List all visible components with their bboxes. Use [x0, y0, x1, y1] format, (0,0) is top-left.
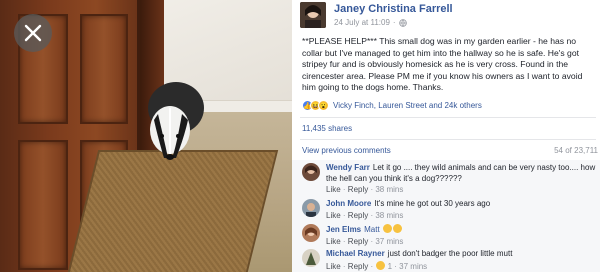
comment: John Moore It's mine he got out 30 years … [302, 199, 598, 221]
like-comment-link[interactable]: Like [326, 237, 341, 246]
doormat [65, 150, 279, 272]
commenter-avatar[interactable] [302, 224, 320, 242]
reply-comment-link[interactable]: Reply [348, 237, 368, 246]
post-author[interactable]: Janey Christina Farrell [334, 3, 453, 15]
reply-comment-link[interactable]: Reply [348, 262, 368, 271]
commenter-name[interactable]: John Moore [326, 199, 371, 208]
comment-mention[interactable]: Matt [364, 225, 380, 234]
like-comment-link[interactable]: Like [326, 211, 341, 220]
close-icon [24, 24, 42, 42]
badger-image [148, 82, 204, 160]
like-comment-link[interactable]: Like [326, 262, 341, 271]
comment-time[interactable]: 38 mins [375, 185, 403, 194]
comment: Wendy Farr Let it go .... they wild anima… [302, 163, 598, 196]
view-previous-comments-link[interactable]: View previous comments [302, 146, 391, 155]
comment-text: It's mine he got out 30 years ago [374, 199, 491, 208]
reactions-summary[interactable]: 👍 😆 😮 Vicky Finch, Lauren Street and 24k… [302, 100, 482, 111]
commenter-name[interactable]: Jen Elms [326, 225, 361, 234]
laughing-emoji-icon [392, 224, 402, 233]
comment-reaction-count[interactable]: 1 [388, 262, 392, 271]
comment-time[interactable]: 37 mins [399, 262, 427, 271]
meta-separator: · [392, 18, 396, 27]
door-panel [18, 140, 68, 270]
reply-comment-link[interactable]: Reply [348, 211, 368, 220]
post-date[interactable]: 24 July at 11:09 [334, 18, 390, 27]
post-header: Janey Christina Farrell 24 July at 11:09… [300, 2, 453, 28]
divider [300, 139, 596, 140]
reply-comment-link[interactable]: Reply [348, 185, 368, 194]
post-panel: Janey Christina Farrell 24 July at 11:09… [292, 0, 600, 272]
comment: Michael Rayner just don't badger the poor… [302, 249, 598, 272]
commenter-avatar[interactable] [302, 249, 320, 267]
close-viewer-button[interactable] [14, 14, 52, 52]
door-panel [80, 14, 128, 124]
reaction-names[interactable]: Vicky Finch, Lauren Street and 24k other… [333, 101, 482, 110]
commenter-avatar[interactable] [302, 199, 320, 217]
shares-link[interactable]: 11,435 shares [302, 124, 352, 133]
comment-time[interactable]: 38 mins [375, 211, 403, 220]
author-avatar[interactable] [300, 2, 326, 28]
commenter-name[interactable]: Wendy Farr [326, 163, 370, 172]
wow-reaction-icon: 😮 [318, 100, 329, 111]
like-comment-link[interactable]: Like [326, 185, 341, 194]
haha-reaction-icon [376, 260, 386, 270]
globe-icon [398, 18, 407, 27]
comment-text: just don't badger the poor little mutt [387, 249, 513, 258]
post-text: **PLEASE HELP*** This small dog was in m… [302, 36, 583, 93]
post-photo[interactable] [0, 0, 292, 272]
comments-section: Wendy Farr Let it go .... they wild anima… [292, 160, 600, 272]
comment: Jen Elms Matt Like · Reply · 37 mins [302, 224, 598, 247]
commenter-avatar[interactable] [302, 163, 320, 181]
commenter-name[interactable]: Michael Rayner [326, 249, 385, 258]
comment-time[interactable]: 37 mins [375, 237, 403, 246]
divider [300, 117, 596, 118]
comment-count: 54 of 23,711 [554, 146, 598, 155]
laughing-emoji-icon [382, 224, 392, 233]
